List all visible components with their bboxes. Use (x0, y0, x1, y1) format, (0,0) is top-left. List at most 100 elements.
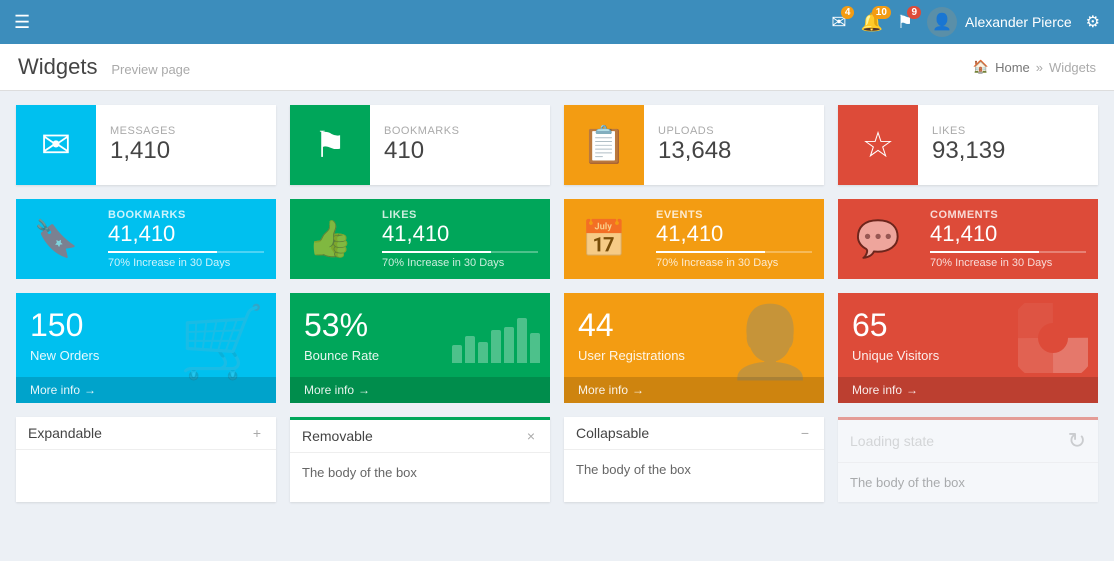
removable-close-button[interactable]: × (524, 428, 538, 444)
expandable-title: Expandable (28, 425, 102, 441)
refresh-icon: ↻ (1068, 428, 1086, 454)
bookmarks2-bar-fill (108, 251, 217, 253)
bookmarks2-bar (108, 251, 264, 253)
events-progress-card: 📅 EVENTS 41,410 70% Increase in 30 Days (564, 199, 824, 279)
orders-footer-text: More info (30, 383, 80, 397)
messages-stat-card: ✉ MESSAGES 1,410 (16, 105, 276, 185)
cart-bg-icon: 🛒 (179, 307, 266, 377)
events-body: EVENTS 41,410 70% Increase in 30 Days (644, 199, 824, 279)
removable-tools: × (524, 428, 538, 444)
bookmarks-stat-card: ⚑ BOOKMARKS 410 (290, 105, 550, 185)
bounce-arrow-icon: → (358, 383, 370, 397)
breadcrumb-home-icon: 🏠 (973, 59, 989, 75)
user-name: Alexander Pierce (965, 14, 1072, 30)
breadcrumb-home-link[interactable]: Home (995, 60, 1030, 75)
bounce-footer-text: More info (304, 383, 354, 397)
events-sub: 70% Increase in 30 Days (656, 257, 812, 269)
likes2-bar (382, 251, 538, 253)
likes2-progress-card: 👍 LIKES 41,410 70% Increase in 30 Days (290, 199, 550, 279)
removable-box: Removable × The body of the box (290, 417, 550, 502)
bookmark2-icon-area: 🔖 (16, 199, 96, 279)
registrations-footer-text: More info (578, 383, 628, 397)
uploads-label: UPLOADS (658, 125, 731, 137)
vis-arrow-icon: → (906, 383, 918, 397)
expandable-header: Expandable + (16, 417, 276, 450)
visitors-body: 65 Unique Visitors (838, 293, 1098, 377)
events-bar-fill (656, 251, 765, 253)
info-boxes-row: 150 New Orders 🛒 More info → 53% Bounce … (16, 293, 1098, 403)
navbar-right: ✉ 4 🔔 10 ⚑ 9 👤 Alexander Pierce ⚙ (831, 7, 1100, 37)
bar-2 (465, 336, 475, 363)
comments-label: COMMENTS (930, 209, 1086, 221)
likes-stat-card: ☆ LIKES 93,139 (838, 105, 1098, 185)
comments-bar-fill (930, 251, 1039, 253)
bar-6 (517, 318, 527, 363)
flags-nav-button[interactable]: ⚑ 9 (897, 12, 913, 33)
bar-5 (504, 327, 514, 363)
bookmarks-label: BOOKMARKS (384, 125, 459, 137)
bookmarks-stat-body: BOOKMARKS 410 (370, 105, 473, 185)
likes-value: 93,139 (932, 137, 1005, 165)
comment-icon: 💬 (856, 218, 901, 260)
messages-value: 1,410 (110, 137, 176, 165)
removable-title: Removable (302, 428, 373, 444)
loading-box: Loading state ↻ The body of the box (838, 417, 1098, 502)
uploads-stat-card: 📋 UPLOADS 13,648 (564, 105, 824, 185)
user-menu[interactable]: 👤 Alexander Pierce (927, 7, 1072, 37)
collapsable-tools: − (798, 425, 812, 441)
pie-bg-icon (1018, 303, 1088, 376)
page-subtitle: Preview page (111, 62, 190, 77)
content-area: ✉ MESSAGES 1,410 ⚑ BOOKMARKS 410 📋 UPLOA… (0, 91, 1114, 516)
likes2-body: LIKES 41,410 70% Increase in 30 Days (370, 199, 550, 279)
comments-bar (930, 251, 1086, 253)
reg-arrow-icon: → (632, 383, 644, 397)
hamburger-button[interactable]: ☰ (14, 12, 30, 33)
bounce-chart (452, 303, 540, 363)
visitors-footer[interactable]: More info → (838, 377, 1098, 403)
calendar-icon: 📅 (582, 218, 627, 260)
gear-icon[interactable]: ⚙ (1086, 12, 1100, 32)
notifications-nav-button[interactable]: 🔔 10 (860, 12, 882, 33)
likes-icon-area: ☆ (838, 105, 918, 185)
person-bg-icon: 👤 (727, 307, 814, 377)
messages-label: MESSAGES (110, 125, 176, 137)
breadcrumb: 🏠 Home » Widgets (973, 59, 1096, 75)
collapsable-body: The body of the box (564, 450, 824, 489)
bookmarks2-value: 41,410 (108, 221, 264, 247)
likes2-icon-area: 👍 (290, 199, 370, 279)
uploads-stat-body: UPLOADS 13,648 (644, 105, 745, 185)
bounce-body: 53% Bounce Rate (290, 293, 550, 377)
navbar: ☰ ✉ 4 🔔 10 ⚑ 9 👤 Alexander Pierce ⚙ (0, 0, 1114, 44)
removable-body: The body of the box (290, 453, 550, 492)
comments-icon-area: 💬 (838, 199, 918, 279)
likes2-bar-fill (382, 251, 491, 253)
uploads-icon-area: 📋 (564, 105, 644, 185)
navbar-left: ☰ (14, 12, 30, 33)
bookmarks-value: 410 (384, 137, 459, 165)
collapsable-title: Collapsable (576, 425, 649, 441)
visitors-info-box: 65 Unique Visitors More info → (838, 293, 1098, 403)
collapsable-box: Collapsable − The body of the box (564, 417, 824, 502)
collapsable-collapse-button[interactable]: − (798, 425, 812, 441)
comments-sub: 70% Increase in 30 Days (930, 257, 1086, 269)
expandable-tools: + (250, 425, 264, 441)
likes-label: LIKES (932, 125, 1005, 137)
messages-nav-button[interactable]: ✉ 4 (831, 12, 846, 33)
bookmarks2-sub: 70% Increase in 30 Days (108, 257, 264, 269)
loading-tools: ↻ (1068, 428, 1086, 454)
bookmarks-icon-area: ⚑ (290, 105, 370, 185)
uploads-value: 13,648 (658, 137, 731, 165)
messages-icon-area: ✉ (16, 105, 96, 185)
messages-badge: 4 (841, 6, 855, 19)
bounce-footer[interactable]: More info → (290, 377, 550, 403)
arrow-right-icon: → (84, 383, 96, 397)
expandable-expand-button[interactable]: + (250, 425, 264, 441)
notifications-badge: 10 (872, 6, 891, 19)
likes2-label: LIKES (382, 209, 538, 221)
orders-body: 150 New Orders 🛒 (16, 293, 276, 377)
expandable-box: Expandable + (16, 417, 276, 502)
bookmarks2-body: BOOKMARKS 41,410 70% Increase in 30 Days (96, 199, 276, 279)
box-widgets-row: Expandable + Removable × The body of the… (16, 417, 1098, 502)
events-value: 41,410 (656, 221, 812, 247)
registrations-info-box: 44 User Registrations 👤 More info → (564, 293, 824, 403)
